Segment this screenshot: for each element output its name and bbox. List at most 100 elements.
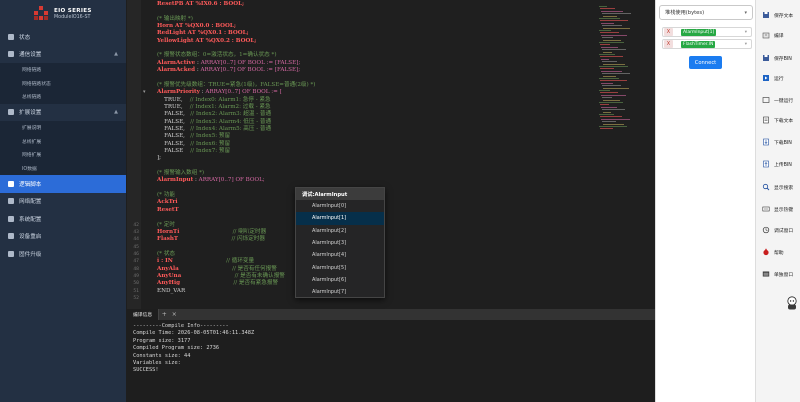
code-token: (* 状态: [157, 250, 175, 257]
code-token: Horn AT %QX0.0 : BOOL;: [157, 23, 236, 30]
autocomplete-item[interactable]: AlarmInput[1]: [296, 212, 384, 225]
autocomplete-item[interactable]: AlarmInput[2]: [296, 225, 384, 237]
code-line: ResetT: [157, 207, 179, 214]
minimap-line: [602, 49, 626, 51]
sidebar-nav: 状态 通信设置 ▲ 网络链路 网络链路状态 总线链路 扩展设置 ▲ 扩展说明 总线扩展 网络扩展 IO…: [0, 28, 126, 263]
remove-watch-button[interactable]: X: [664, 40, 673, 48]
autocomplete-item[interactable]: AlarmInput[5]: [296, 261, 384, 273]
code-line: FALSE // Index7: 预留: [157, 148, 230, 155]
watch-variable-tag[interactable]: AlarmInput[1]: [681, 28, 717, 36]
sidebar-item-label: 逻辑脚本: [19, 181, 42, 188]
minimap-line: [601, 46, 618, 48]
tool-button[interactable]: 保存BIN: [756, 47, 800, 69]
tool-button-label: 保存文本: [774, 13, 794, 19]
connect-button[interactable]: Connect: [689, 56, 722, 69]
code-token: AckTri: [157, 199, 178, 206]
minimap-line: [601, 58, 609, 60]
run-icon: [763, 75, 769, 81]
code-editor[interactable]: 42 43 44 45 46 47 48 49 50 51 52 ▾ ResetPB AT %IX0…: [127, 0, 593, 309]
autocomplete-item[interactable]: AlarmInput[6]: [296, 274, 384, 286]
sidebar-subitem[interactable]: 总线扩展: [0, 134, 126, 148]
chevron-down-icon[interactable]: ▾: [745, 42, 747, 47]
sidebar-subitem[interactable]: 网络扩展: [0, 148, 126, 162]
minimap-line: [600, 92, 618, 94]
sidebar-item-label: 扩展设置: [19, 110, 42, 117]
code-token: FALSE,: [157, 118, 191, 125]
add-tab-button[interactable]: +: [159, 309, 169, 320]
tool-button-label: 帮助: [774, 250, 784, 256]
remove-watch-button[interactable]: X: [664, 28, 673, 36]
code-token: i : IN: [157, 258, 173, 265]
tool-button[interactable]: 显示搜索: [756, 176, 800, 198]
minimap-line: [600, 116, 622, 118]
code-line: FlashT // 闪烁定时器: [157, 236, 265, 243]
sidebar-subitem[interactable]: 总线链路: [0, 90, 126, 104]
autocomplete-item[interactable]: AlarmInput[3]: [296, 237, 384, 249]
sidebar-item-label: 网络配置: [19, 199, 42, 206]
minimap-line: [603, 99, 620, 101]
sidebar-subitem[interactable]: IO数据: [0, 161, 126, 175]
fold-toggle-icon[interactable]: ▾: [143, 89, 146, 95]
network-icon: [8, 51, 14, 58]
sidebar-item[interactable]: 通信设置 ▲: [0, 46, 126, 64]
minimap-line: [602, 109, 625, 111]
watch-row: X AlarmInput[1] ▾: [662, 27, 752, 37]
sidebar-subitem[interactable]: 扩展说明: [0, 121, 126, 135]
tool-button[interactable]: 保存文本: [756, 4, 800, 26]
output-line: ---------Compile Info---------: [133, 323, 229, 329]
tool-button[interactable]: 编译: [756, 24, 800, 46]
code-line: AlarmInput : ARRAY[0..7] OF BOOL;: [157, 177, 265, 184]
minimap-line: [603, 51, 612, 53]
expand-icon: [8, 109, 14, 116]
stack-usage-select[interactable]: 堆栈使用(bytes) ▾: [659, 5, 753, 20]
tool-button[interactable]: 单独窗口: [756, 263, 800, 285]
tool-button[interactable]: 下载BIN: [756, 131, 800, 153]
code-token: ARRAY[0..7] OF BOOL := [FALSE];: [200, 59, 301, 66]
minimap-line: [600, 32, 619, 34]
tool-button-label: 调试窗口: [774, 228, 794, 234]
code-token: FALSE,: [157, 133, 191, 140]
sidebar-item[interactable]: 扩展设置 ▲: [0, 104, 126, 122]
code-line: (* 报警输入数组 *): [157, 170, 204, 177]
sidebar-subitem[interactable]: 网络链路状态: [0, 76, 126, 90]
autocomplete-item[interactable]: AlarmInput[7]: [296, 286, 384, 298]
code-token: YellowLight AT %QX0.2 : BOOL;: [157, 37, 257, 44]
watch-row: X FlashTimer.IN ▾: [662, 39, 752, 49]
autocomplete-item[interactable]: AlarmInput[4]: [296, 249, 384, 261]
tool-button[interactable]: 运行: [756, 67, 800, 89]
tool-button-label: 显示热键: [774, 207, 794, 213]
sidebar-subitem[interactable]: 网络链路: [0, 63, 126, 77]
code-line: END_VAR: [157, 288, 185, 295]
output-line: Variables size:: [133, 360, 181, 367]
sidebar-item[interactable]: 逻辑脚本: [0, 175, 126, 193]
watch-variable-tag[interactable]: FlashTimer.IN: [681, 40, 716, 48]
close-tab-button[interactable]: ×: [169, 309, 179, 320]
tab-compile-info[interactable]: 编译信息: [127, 309, 160, 320]
search-icon: [762, 183, 770, 191]
chevron-down-icon[interactable]: ▾: [745, 30, 747, 35]
code-token: // 是否有任何报警: [232, 265, 277, 272]
autocomplete-item[interactable]: AlarmInput[0]: [296, 200, 384, 212]
tool-button[interactable]: 一键运行: [756, 89, 800, 111]
app-window: EIO SERIES ModuleIO16-ST 状态 通信设置 ▲ 网络链路 网络链路…: [0, 0, 800, 402]
compile-panel: 编译信息 + × ---------Compile Info--------- C…: [127, 309, 655, 402]
sidebar-item[interactable]: 系统配置: [0, 210, 126, 228]
sidebar-item[interactable]: 固件升级: [0, 245, 126, 263]
tool-button[interactable]: 帮助: [756, 241, 800, 263]
sidebar-item[interactable]: 状态: [0, 28, 126, 46]
minimap-line: [602, 73, 630, 75]
minimap[interactable]: [593, 0, 655, 309]
code-token: TRUE,: [157, 103, 190, 110]
tool-button[interactable]: 调试窗口: [756, 219, 800, 241]
sidebar-item[interactable]: 设备重启: [0, 228, 126, 246]
minimap-line: [602, 25, 622, 27]
tool-button[interactable]: 显示热键: [756, 198, 800, 220]
tool-button[interactable]: 上传BIN: [756, 153, 800, 175]
minimap-line: [601, 106, 617, 108]
line-number: 44: [133, 237, 139, 243]
sidebar-item[interactable]: 网络配置: [0, 193, 126, 211]
tool-button[interactable]: 下载文本: [756, 109, 800, 131]
assistant-avatar-icon[interactable]: [786, 296, 798, 310]
tool-button-label: 下载BIN: [774, 140, 792, 146]
